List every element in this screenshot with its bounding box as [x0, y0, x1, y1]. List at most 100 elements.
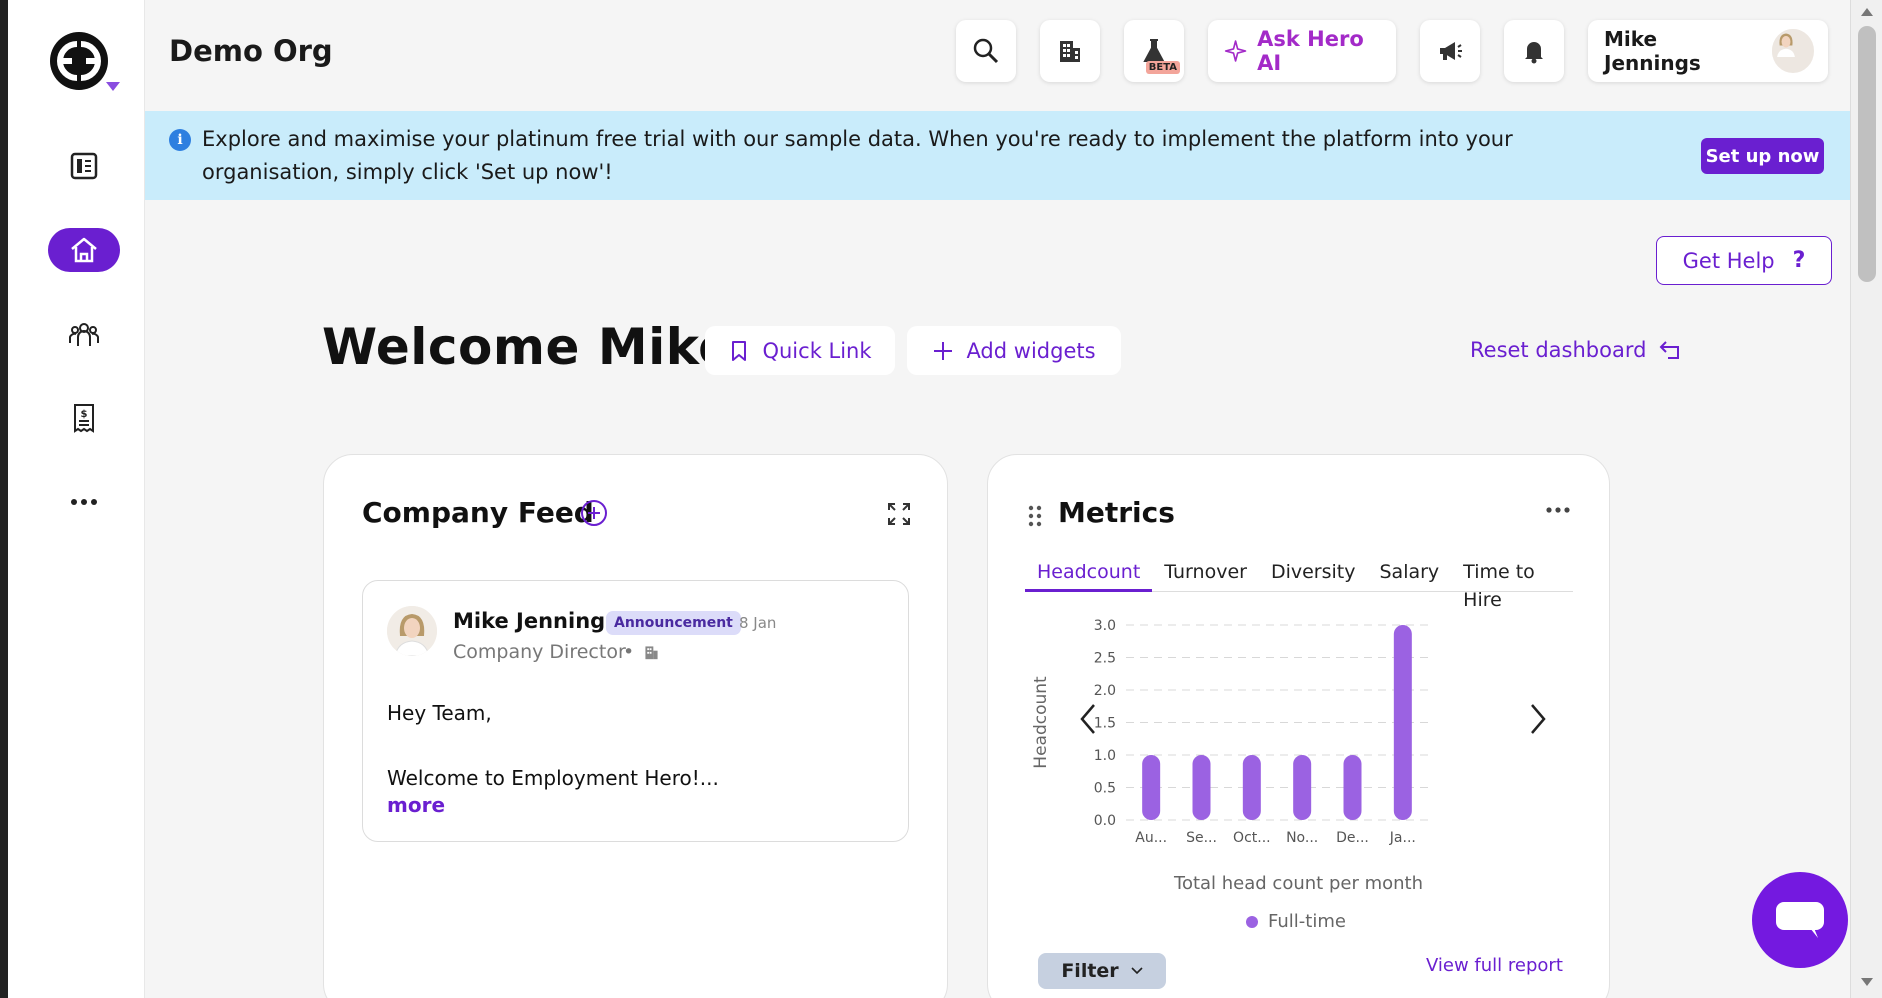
set-up-now-button[interactable]: Set up now — [1701, 138, 1824, 174]
y-tick-label: 2.0 — [1094, 683, 1116, 699]
get-help-button[interactable]: Get Help ? — [1656, 236, 1832, 285]
user-menu-button[interactable]: Mike Jennings — [1588, 20, 1828, 82]
notifications-button[interactable] — [1504, 20, 1564, 82]
reset-dashboard-label: Reset dashboard — [1470, 338, 1647, 362]
x-tick-label: Se... — [1186, 830, 1217, 846]
bookmark-icon — [732, 340, 747, 361]
x-tick-label: De... — [1336, 830, 1369, 846]
chart-legend: Full-time — [1246, 911, 1346, 932]
info-icon: i — [169, 129, 191, 151]
post-author-avatar — [387, 606, 437, 656]
y-tick-label: 2.5 — [1094, 651, 1116, 667]
filter-label: Filter — [1061, 960, 1119, 982]
tab-time-to-hire[interactable]: Time to Hire — [1451, 558, 1573, 611]
y-tick-label: 1.5 — [1094, 716, 1116, 732]
y-tick-label: 0.0 — [1094, 813, 1116, 829]
org-switch-caret-icon[interactable] — [106, 82, 120, 91]
reset-dashboard-button[interactable]: Reset dashboard — [1470, 338, 1682, 362]
y-axis-label: Headcount — [1031, 676, 1051, 769]
scroll-up-icon[interactable] — [1861, 8, 1873, 16]
newspaper-icon — [70, 152, 98, 180]
people-icon — [69, 323, 99, 346]
welcome-heading: Welcome Mike — [322, 318, 733, 376]
quick-link-button[interactable]: Quick Link — [705, 326, 895, 375]
sparkle-icon — [1224, 40, 1247, 62]
question-icon: ? — [1792, 248, 1806, 273]
get-help-label: Get Help — [1682, 248, 1775, 273]
add-widgets-button[interactable]: Add widgets — [907, 326, 1121, 375]
nav-more[interactable] — [48, 480, 120, 524]
logo-icon[interactable] — [48, 30, 110, 92]
x-tick-label: Au... — [1135, 830, 1167, 846]
user-avatar — [1771, 29, 1814, 73]
user-avatar-image — [1771, 29, 1800, 57]
search-icon — [973, 38, 999, 64]
nav-feed[interactable] — [48, 144, 120, 188]
drag-handle-icon[interactable] — [1028, 505, 1042, 527]
banner-text: Explore and maximise your platinum free … — [202, 127, 1513, 184]
post-author-role: Company Director — [453, 641, 626, 663]
add-widgets-label: Add widgets — [966, 338, 1096, 363]
nav-people[interactable] — [48, 312, 120, 356]
legend-swatch — [1246, 915, 1258, 928]
post-excerpt: Welcome to Employment Hero!... — [387, 766, 719, 790]
beta-badge: BETA — [1145, 61, 1180, 74]
labs-button[interactable]: BETA — [1124, 20, 1184, 82]
post-more-link[interactable]: more — [387, 793, 445, 817]
feed-post[interactable]: Mike Jennings Announcement 8 Jan Company… — [362, 580, 909, 842]
chat-button[interactable] — [1752, 872, 1848, 968]
building-icon — [645, 646, 658, 660]
filter-button[interactable]: Filter — [1038, 953, 1166, 989]
y-tick-label: 0.5 — [1094, 781, 1116, 797]
more-dots-icon — [71, 499, 97, 505]
x-tick-label: Ja... — [1389, 830, 1416, 846]
chart-xlabel: Total head count per month — [1174, 873, 1423, 894]
scroll-down-icon[interactable] — [1861, 978, 1873, 986]
tab-diversity[interactable]: Diversity — [1259, 558, 1368, 592]
ask-hero-ai-button[interactable]: Ask Hero AI — [1208, 20, 1396, 82]
company-feed-title: Company Feed — [362, 496, 594, 529]
nav-payroll[interactable]: $ — [48, 396, 120, 440]
x-tick-label: No... — [1286, 830, 1318, 846]
expand-icon[interactable] — [886, 501, 912, 527]
bell-icon — [1525, 42, 1543, 64]
post-date: 8 Jan — [739, 614, 777, 632]
sidebar: $ — [0, 0, 145, 998]
quick-link-label: Quick Link — [762, 338, 872, 363]
post-author[interactable]: Mike Jennings — [453, 609, 618, 633]
tab-headcount[interactable]: Headcount — [1025, 558, 1153, 592]
tab-turnover[interactable]: Turnover — [1152, 558, 1259, 592]
undo-icon — [1660, 341, 1680, 359]
organisation-button[interactable] — [1040, 20, 1100, 82]
ask-hero-ai-label: Ask Hero AI — [1257, 27, 1364, 75]
bar — [1242, 755, 1261, 820]
scroll-thumb[interactable] — [1858, 26, 1876, 282]
post-author-avatar-image — [387, 606, 437, 656]
view-full-report-link[interactable]: View full report — [1426, 955, 1563, 976]
x-tick-label: Oct... — [1233, 830, 1271, 846]
svg-text:$: $ — [81, 409, 88, 420]
page-scrollbar[interactable] — [1850, 0, 1882, 998]
bar — [1293, 755, 1312, 820]
megaphone-icon — [1440, 42, 1462, 60]
metrics-card: Metrics Headcount Turnover Diversity Sal… — [987, 454, 1610, 998]
org-name: Demo Org — [169, 34, 333, 68]
headcount-chart: 0.0 0.5 1.0 1.5 2.0 2.5 3.0 Headcount Au... Se...… — [1031, 618, 1428, 846]
receipt-dollar-icon: $ — [74, 404, 94, 433]
announcements-button[interactable] — [1420, 20, 1480, 82]
bar — [1142, 755, 1161, 820]
topbar: Demo Org BETA Ask Hero AI Mike Jennings — [145, 0, 1882, 110]
add-post-icon[interactable] — [580, 499, 608, 527]
plus-icon — [934, 341, 953, 360]
nav-home[interactable] — [48, 228, 120, 272]
search-button[interactable] — [956, 20, 1016, 82]
user-name: Mike Jennings — [1604, 27, 1701, 75]
company-feed-card: Company Feed Mike Jennings Announcement … — [323, 454, 948, 998]
metrics-title: Metrics — [1058, 496, 1175, 529]
bar — [1393, 625, 1412, 820]
more-options-icon[interactable] — [1544, 500, 1572, 520]
y-tick-label: 1.0 — [1094, 748, 1116, 764]
tab-salary[interactable]: Salary — [1367, 558, 1451, 592]
bar — [1343, 755, 1362, 820]
chat-bubble-icon — [1776, 902, 1824, 938]
